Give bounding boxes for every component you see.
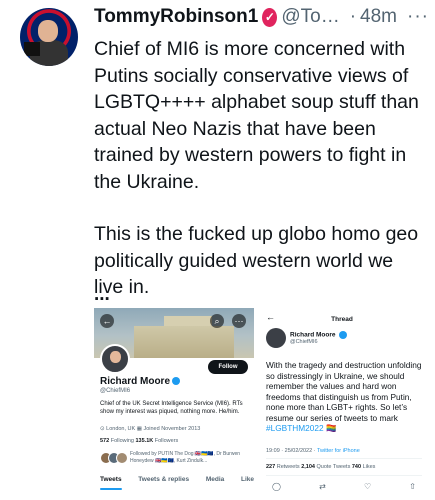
- profile-bio: Chief of the UK Secret Intelligence Serv…: [100, 401, 243, 415]
- profile-avatar: [100, 344, 130, 374]
- thread-timestamp: 19:09 · 25/02/2022 · Twitter for iPhone: [266, 448, 360, 454]
- retweets-label: Retweets: [276, 464, 300, 470]
- author-display-name[interactable]: TommyRobinson1: [94, 6, 258, 28]
- tweet-truncation: ...: [94, 284, 110, 305]
- author-handle[interactable]: @To…: [281, 6, 339, 28]
- calendar-icon: ▦: [136, 426, 142, 432]
- profile-name: Richard Moore: [100, 376, 171, 387]
- thread-handle: @ChiefMI6: [290, 339, 318, 345]
- tab-likes: Like: [240, 476, 254, 483]
- followed-by: Followed by PUTIN The Dog 🇬🇧🇺🇦🇪🇺, Dr Bur…: [100, 450, 250, 466]
- tweet-paragraph: This is the fucked up globo homo geo pol…: [94, 223, 419, 298]
- followed-by-text: Followed by PUTIN The Dog 🇬🇧🇺🇦🇪🇺, Dr Bur…: [130, 451, 241, 464]
- attached-image-profile[interactable]: ← ⌕ ⋯ Follow Richard Moore @ChiefMI6 Chi…: [94, 308, 254, 500]
- profile-name-row: Richard Moore: [100, 376, 181, 387]
- quotes-label: Quote Tweets: [316, 464, 351, 470]
- tab-tweets: Tweets: [100, 476, 122, 483]
- thread-avatar: [266, 328, 286, 348]
- search-icon: ⌕: [210, 314, 224, 328]
- thread-text: With the tragedy and destruction unfoldi…: [266, 360, 422, 434]
- thread-stats: 227 Retweets 2,104 Quote Tweets 740 Like…: [266, 464, 375, 470]
- like-icon: ♡: [363, 482, 372, 491]
- hashtag-link: #LGBTHM2022: [266, 423, 324, 433]
- verified-icon: [172, 377, 181, 386]
- profile-location: London, UK: [106, 426, 136, 432]
- more-options-icon[interactable]: ···: [407, 6, 429, 28]
- verified-badge-icon: ✓: [262, 7, 278, 27]
- location-icon: ⊙: [100, 426, 105, 432]
- thread-time: 19:09 · 25/02/2022 ·: [266, 448, 316, 454]
- thread-name: Richard Moore: [290, 331, 336, 339]
- following-count: 572: [100, 438, 110, 444]
- attached-image-thread[interactable]: ← Thread Richard Moore @ChiefMI6 With th…: [260, 308, 424, 500]
- following-label: Following: [110, 438, 134, 444]
- follower-avatars: [100, 452, 128, 464]
- profile-joined: Joined November 2013: [143, 426, 201, 432]
- reply-icon: ◯: [272, 482, 281, 491]
- back-arrow-icon: ←: [100, 314, 114, 328]
- thread-author-name: Richard Moore: [290, 331, 348, 339]
- separator-dot: ·: [349, 6, 357, 27]
- author-avatar[interactable]: [20, 8, 78, 66]
- followers-count: 135.1K: [135, 438, 154, 444]
- tweet-header: TommyRobinson1 ✓ @To… · 48m ···: [94, 4, 429, 30]
- retweets-count: 227: [266, 464, 276, 470]
- share-icon: ⇧: [409, 482, 416, 491]
- tab-media: Media: [205, 476, 225, 483]
- follow-button: Follow: [208, 360, 248, 374]
- retweet-icon: ⇄: [319, 482, 326, 491]
- tweet-timestamp[interactable]: 48m: [360, 6, 397, 28]
- profile-stats: 572 Following 135.1K Followers: [100, 438, 178, 444]
- thread-title: Thread: [331, 316, 353, 323]
- thread-actions: ◯ ⇄ ♡ ⇧: [272, 482, 416, 491]
- quotes-count: 2,104: [301, 464, 315, 470]
- active-tab-indicator: [100, 488, 122, 490]
- followers-label: Followers: [154, 438, 179, 444]
- profile-handle: @ChiefMI6: [100, 388, 131, 394]
- flag-emoji-icon: 🏳️‍🌈: [325, 423, 337, 433]
- profile-meta: ⊙ London, UK ▦ Joined November 2013: [100, 426, 200, 432]
- likes-count: 740: [351, 464, 362, 470]
- tab-tweets-replies: Tweets & replies: [138, 476, 190, 483]
- likes-label: Likes: [362, 464, 376, 470]
- tweet-paragraph: Chief of MI6 is more concerned with Puti…: [94, 38, 419, 193]
- thread-text-body: With the tragedy and destruction unfoldi…: [266, 360, 422, 423]
- profile-tabs: Tweets Tweets & replies Media Like: [100, 476, 254, 483]
- thread-client: Twitter for iPhone: [316, 448, 360, 454]
- verified-icon: [339, 331, 348, 339]
- divider: [266, 458, 422, 459]
- more-icon: ⋯: [232, 314, 246, 328]
- tweet-body: Chief of MI6 is more concerned with Puti…: [94, 36, 424, 327]
- divider: [266, 475, 422, 476]
